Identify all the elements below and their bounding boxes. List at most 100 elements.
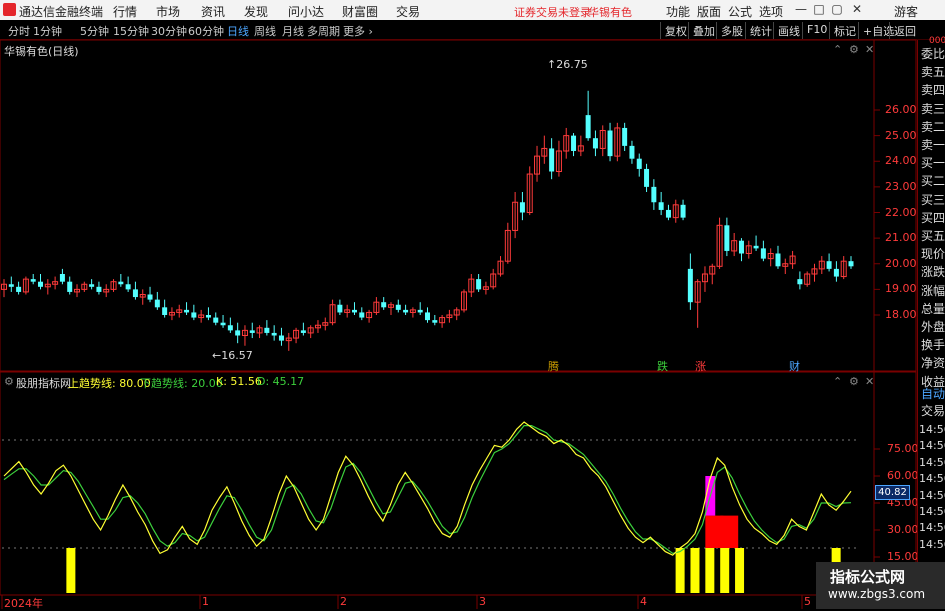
watermark-url: www.zbgs3.com: [828, 587, 926, 601]
candle: [191, 304, 197, 321]
candle: [351, 302, 357, 315]
candle: [818, 256, 825, 274]
chart-expand-icon[interactable]: ⌃: [833, 43, 842, 56]
candle: [220, 315, 226, 328]
chart-area[interactable]: [0, 0, 917, 609]
candle-body-down: [30, 279, 36, 282]
candle: [425, 307, 430, 323]
event-marker[interactable]: 跌: [657, 358, 668, 374]
candle: [118, 274, 124, 287]
sidebar-item[interactable]: 卖四: [921, 81, 945, 98]
sidebar-time: 14:56: [919, 439, 945, 453]
candle: [644, 163, 650, 192]
watermark: 指标公式网 www.zbgs3.com: [816, 562, 945, 609]
sidebar-item[interactable]: 涨跌: [921, 263, 945, 280]
sidebar-item[interactable]: 净资: [921, 354, 945, 371]
candle-body-down: [89, 284, 95, 287]
candle: [38, 274, 44, 290]
chart-settings-icon[interactable]: ⚙: [849, 43, 859, 56]
sidebar-item[interactable]: 自动: [921, 385, 945, 402]
price-tick-label: 20.00: [885, 256, 917, 270]
candle: [490, 268, 497, 290]
sidebar-item[interactable]: 现价: [921, 245, 945, 262]
sidebar-item[interactable]: 交易: [921, 402, 945, 419]
sidebar-item[interactable]: 买一: [921, 154, 945, 171]
event-marker[interactable]: 涨: [695, 358, 706, 374]
high-price-label: ↑26.75: [547, 58, 588, 71]
price-tick-label: 26.00: [885, 103, 917, 116]
low-price-label: ←16.57: [212, 349, 253, 362]
candle: [366, 309, 373, 323]
candle: [848, 256, 854, 269]
sidebar-item[interactable]: 总量: [921, 300, 945, 317]
candle-body-down: [687, 268, 693, 303]
event-marker[interactable]: 财: [789, 358, 800, 374]
candle: [680, 199, 686, 221]
candle-body-down: [658, 202, 664, 210]
candle-body-down: [403, 309, 409, 313]
sidebar-item[interactable]: 买四: [921, 209, 945, 226]
candle-body-down: [724, 225, 730, 251]
sidebar-item[interactable]: 外盘: [921, 318, 945, 335]
candle: [519, 192, 525, 221]
indicator-close-icon[interactable]: ✕: [865, 375, 874, 388]
candle-body-down: [264, 327, 270, 333]
sidebar-item[interactable]: 换手: [921, 336, 945, 353]
candle-body-down: [147, 294, 153, 300]
indicator-settings-icon[interactable]: ⚙: [4, 375, 14, 388]
candle: [8, 276, 14, 292]
candle: [453, 307, 460, 321]
candle: [504, 222, 511, 264]
sidebar-item[interactable]: 买五: [921, 227, 945, 244]
candle: [432, 315, 438, 326]
candle: [314, 320, 321, 333]
candle: [811, 263, 818, 282]
candle: [716, 217, 723, 269]
candle: [329, 299, 336, 326]
candle: [81, 281, 88, 292]
chart-close-icon[interactable]: ✕: [865, 43, 874, 56]
watermark-title: 指标公式网: [830, 568, 906, 586]
price-tick-label: 24.00: [885, 154, 917, 168]
candle: [373, 297, 380, 315]
candle: [184, 302, 190, 315]
sidebar-item[interactable]: 买三: [921, 191, 945, 208]
candle-body-down: [833, 268, 839, 277]
sidebar-item[interactable]: 委比: [921, 45, 945, 62]
candle: [110, 279, 117, 292]
candle: [446, 309, 453, 323]
sidebar-item[interactable]: 买二: [921, 172, 945, 189]
candle: [67, 276, 73, 295]
candle-body-down: [154, 299, 160, 308]
indicator-down-trend: 下趋势线: 20.00: [140, 377, 223, 390]
event-marker[interactable]: 腾: [548, 358, 559, 374]
candle-body-down: [235, 330, 241, 336]
candle: [555, 140, 562, 177]
candle: [154, 291, 160, 310]
indicator-expand-icon[interactable]: ⌃: [833, 375, 842, 388]
candle: [789, 250, 796, 269]
candle: [563, 127, 570, 159]
candle: [694, 279, 701, 328]
candle: [745, 240, 752, 259]
candle-body-down: [665, 209, 671, 218]
sidebar-item[interactable]: 卖三: [921, 100, 945, 117]
candle-body-down: [738, 240, 744, 254]
candle: [44, 279, 51, 295]
indicator-k-value: K: 51.56: [216, 375, 262, 388]
sidebar-item[interactable]: 卖二: [921, 118, 945, 135]
candle: [74, 284, 81, 298]
indicator-name[interactable]: 股朋指标网: [16, 375, 71, 391]
indicator-gear-icon[interactable]: ⚙: [849, 375, 859, 388]
candle: [731, 233, 738, 257]
candle: [395, 299, 401, 313]
candle-body-down: [227, 325, 233, 331]
date-tick-label: 2: [340, 595, 347, 608]
sidebar-item[interactable]: 涨幅: [921, 282, 945, 299]
candle: [293, 327, 300, 344]
sidebar-item[interactable]: 卖五: [921, 63, 945, 80]
candle: [205, 307, 211, 321]
sidebar-item[interactable]: 卖一: [921, 136, 945, 153]
candle: [607, 122, 613, 162]
price-tick-label: 23.00: [885, 179, 917, 193]
